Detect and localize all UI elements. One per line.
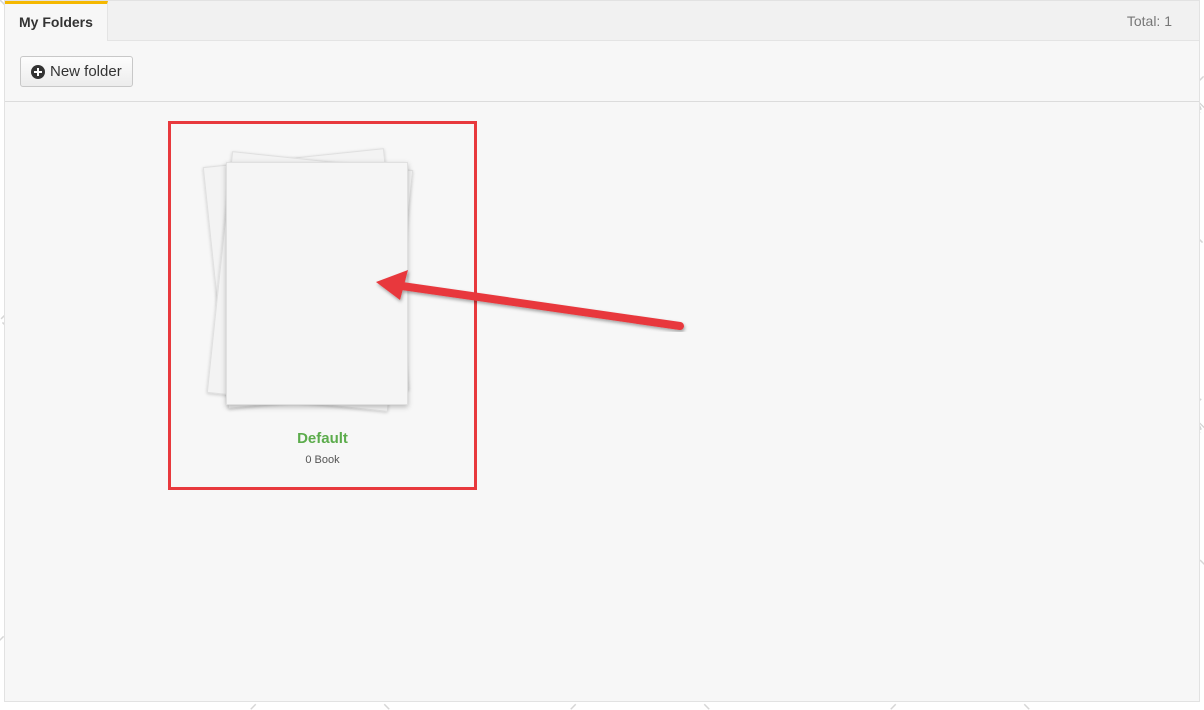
toolbar: New folder [5,41,1199,102]
folder-name[interactable]: Default [171,430,474,447]
plus-circle-icon [31,64,45,79]
new-folder-label: New folder [50,63,122,80]
folder-cover [226,162,408,405]
tab-my-folders[interactable]: My Folders [5,1,108,41]
new-folder-button[interactable]: New folder [20,56,133,87]
folder-card-default[interactable]: Default 0 Book [168,121,477,490]
folder-book-count: 0 Book [305,454,340,466]
tab-bar: My Folders Total: 1 [5,1,1199,41]
total-count: Total: 1 [1126,13,1172,29]
